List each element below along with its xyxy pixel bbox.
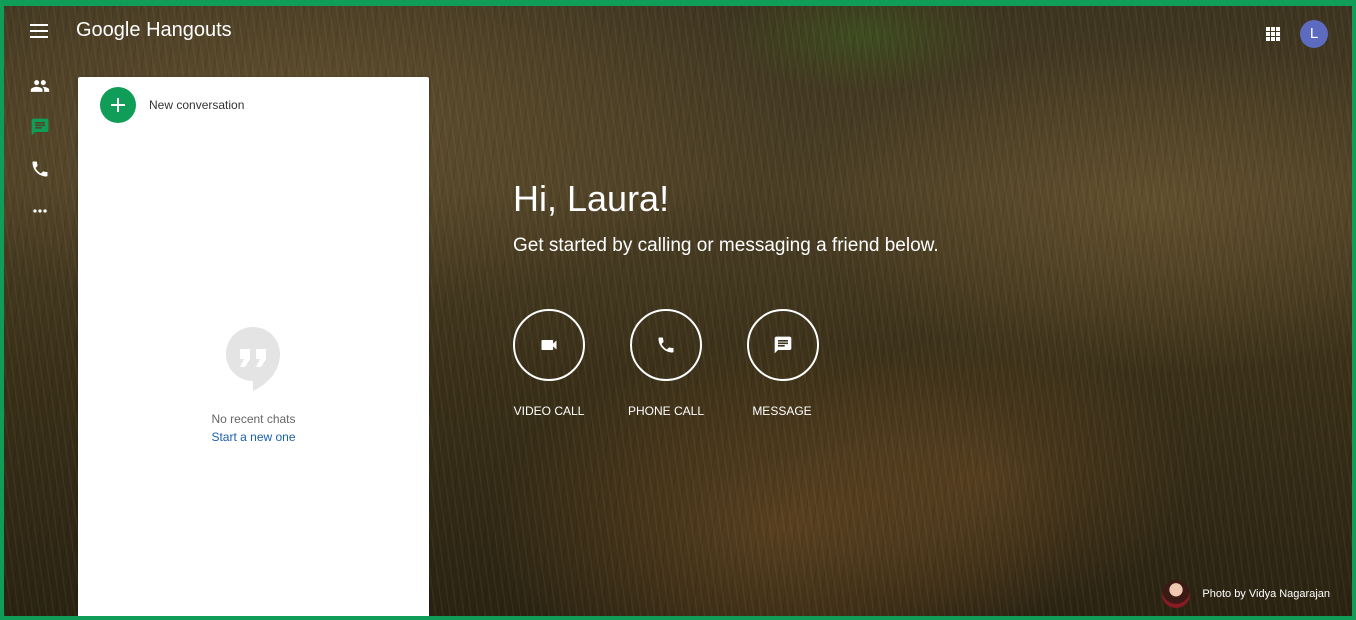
message-label[interactable]: MESSAGE (722, 404, 842, 418)
brand-product: Hangouts (146, 19, 232, 41)
phone-call-label[interactable]: PHONE CALL (606, 404, 726, 418)
greeting-title: Hi, Laura! (513, 178, 670, 219)
people-icon[interactable] (30, 76, 50, 96)
greeting-subtitle: Get started by calling or messaging a fr… (513, 235, 939, 256)
new-conversation-label: New conversation (149, 98, 245, 112)
message-button[interactable] (747, 309, 819, 381)
video-call-button[interactable] (513, 309, 585, 381)
plus-icon[interactable] (100, 87, 136, 123)
video-camera-icon (541, 340, 557, 350)
app-logo: Google Hangouts (76, 19, 232, 42)
start-new-link[interactable]: Start a new one (78, 430, 429, 444)
phone-icon[interactable] (30, 159, 50, 179)
chat-icon[interactable] (30, 117, 50, 137)
conversation-panel: New conversation No recent chats Start a… (78, 77, 429, 616)
apps-grid-icon[interactable] (1266, 27, 1280, 41)
top-bar: Google Hangouts L (4, 6, 1352, 58)
phone-call-button[interactable] (630, 309, 702, 381)
empty-state-text: No recent chats (211, 412, 296, 426)
photo-credit-text: Photo by Vidya Nagarajan (1202, 588, 1330, 600)
photographer-avatar (1162, 580, 1191, 608)
hamburger-menu-icon[interactable] (30, 24, 48, 38)
phone-icon (658, 337, 674, 353)
app-window: Google Hangouts L New conversation No re… (0, 0, 1356, 620)
brand-google: Google (76, 19, 141, 41)
account-avatar[interactable]: L (1300, 20, 1328, 48)
message-icon (774, 336, 792, 354)
more-horizontal-icon[interactable] (30, 201, 50, 221)
new-conversation-button[interactable]: New conversation (100, 87, 400, 123)
video-call-label[interactable]: VIDEO CALL (489, 404, 609, 418)
photo-credit[interactable]: Photo by Vidya Nagarajan (1162, 580, 1330, 608)
quote-bubble-icon (226, 327, 280, 391)
